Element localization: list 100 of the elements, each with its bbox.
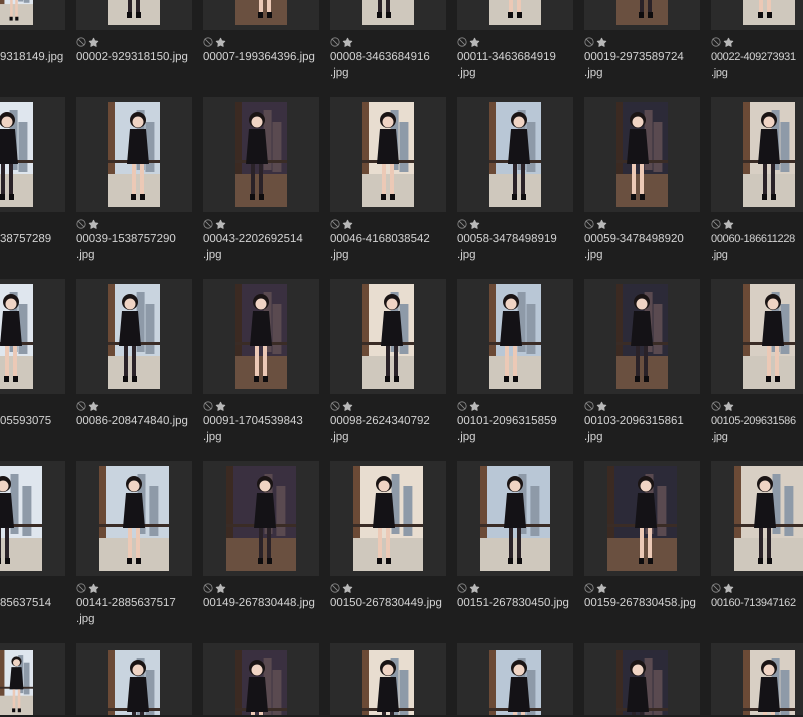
thumbnail-tile[interactable] xyxy=(330,0,446,30)
star-icon[interactable] xyxy=(88,582,99,594)
ban-icon[interactable] xyxy=(584,401,594,411)
ban-icon[interactable] xyxy=(76,401,86,411)
thumbnail-tile[interactable] xyxy=(330,643,446,715)
thumbnail-tile[interactable] xyxy=(457,643,573,715)
file-name: .jpg xyxy=(584,430,603,445)
ban-icon[interactable] xyxy=(203,583,213,593)
ban-icon[interactable] xyxy=(457,219,467,229)
ban-icon[interactable] xyxy=(203,401,213,411)
ban-icon[interactable] xyxy=(330,401,340,411)
star-icon[interactable] xyxy=(469,218,480,230)
thumbnail-tile[interactable] xyxy=(203,643,319,715)
star-icon[interactable] xyxy=(469,582,480,594)
star-icon[interactable] xyxy=(342,400,353,412)
thumbnail-tile[interactable] xyxy=(457,279,573,394)
thumbnail-tile[interactable] xyxy=(711,97,803,212)
ban-icon[interactable] xyxy=(711,37,721,47)
file-name: 00007-199364396.jpg xyxy=(203,50,315,65)
star-icon[interactable] xyxy=(215,400,226,412)
thumbnail-tile[interactable] xyxy=(76,97,192,212)
ban-icon[interactable] xyxy=(203,219,213,229)
file-name: .jpg xyxy=(584,66,603,81)
file-name: 00019-2973589724 xyxy=(584,50,684,65)
thumbnail-tile[interactable] xyxy=(584,279,700,394)
thumbnail-tile[interactable] xyxy=(711,0,803,30)
ban-icon[interactable] xyxy=(584,583,594,593)
file-name: .jpg xyxy=(457,430,476,445)
ban-icon[interactable] xyxy=(457,583,467,593)
ban-icon[interactable] xyxy=(330,37,340,47)
ban-icon[interactable] xyxy=(330,583,340,593)
star-icon[interactable] xyxy=(723,36,734,48)
ban-icon[interactable] xyxy=(457,37,467,47)
file-name: 00046-4168038542 xyxy=(330,232,430,247)
thumbnail-tile[interactable] xyxy=(584,0,700,30)
star-icon[interactable] xyxy=(723,400,734,412)
thumbnail-tile[interactable] xyxy=(711,461,803,576)
thumbnail-tile[interactable] xyxy=(76,0,192,30)
file-name: 00141-2885637517 xyxy=(76,596,176,611)
ban-icon[interactable] xyxy=(76,583,86,593)
file-name: .jpg xyxy=(711,430,728,445)
file-name: .jpg xyxy=(330,66,349,81)
thumbnail-tile[interactable] xyxy=(203,97,319,212)
star-icon[interactable] xyxy=(596,36,607,48)
file-name: .jpg xyxy=(330,248,349,263)
file-name: .jpg xyxy=(711,248,728,263)
star-icon[interactable] xyxy=(342,582,353,594)
thumbnail-tile[interactable] xyxy=(0,97,65,212)
star-icon[interactable] xyxy=(469,36,480,48)
file-name: 00105-209631586 xyxy=(711,414,796,429)
star-icon[interactable] xyxy=(596,582,607,594)
thumbnail-tile[interactable] xyxy=(0,279,65,394)
star-icon[interactable] xyxy=(342,218,353,230)
thumbnail-tile[interactable] xyxy=(330,461,446,576)
thumbnail-tile[interactable] xyxy=(457,97,573,212)
thumbnail-tile[interactable] xyxy=(76,643,192,715)
star-icon[interactable] xyxy=(469,400,480,412)
ban-icon[interactable] xyxy=(584,219,594,229)
file-name: .jpg xyxy=(711,66,728,81)
thumbnail-tile[interactable] xyxy=(457,0,573,30)
star-icon[interactable] xyxy=(342,36,353,48)
thumbnail-tile[interactable] xyxy=(203,461,319,576)
star-icon[interactable] xyxy=(88,218,99,230)
star-icon[interactable] xyxy=(596,218,607,230)
file-name: 05593075 xyxy=(0,414,52,429)
ban-icon[interactable] xyxy=(203,37,213,47)
ban-icon[interactable] xyxy=(76,219,86,229)
thumbnail-tile[interactable] xyxy=(203,279,319,394)
ban-icon[interactable] xyxy=(457,401,467,411)
file-name: 00060-186611228 xyxy=(711,232,795,247)
star-icon[interactable] xyxy=(215,36,226,48)
star-icon[interactable] xyxy=(88,400,99,412)
thumbnail-tile[interactable] xyxy=(330,97,446,212)
thumbnail-tile[interactable] xyxy=(711,279,803,394)
thumbnail-tile[interactable] xyxy=(584,643,700,715)
thumbnail-tile[interactable] xyxy=(0,0,65,30)
thumbnail-tile[interactable] xyxy=(203,0,319,30)
ban-icon[interactable] xyxy=(330,219,340,229)
thumbnail-tile[interactable] xyxy=(76,461,192,576)
star-icon[interactable] xyxy=(723,218,734,230)
star-icon[interactable] xyxy=(723,582,734,594)
thumbnail-tile[interactable] xyxy=(0,461,65,576)
ban-icon[interactable] xyxy=(711,401,721,411)
ban-icon[interactable] xyxy=(76,37,86,47)
thumbnail-tile[interactable] xyxy=(76,279,192,394)
star-icon[interactable] xyxy=(215,218,226,230)
thumbnail-tile[interactable] xyxy=(457,461,573,576)
file-name: 00011-3463684919 xyxy=(457,50,556,65)
file-name: 00101-2096315859 xyxy=(457,414,557,429)
star-icon[interactable] xyxy=(215,582,226,594)
star-icon[interactable] xyxy=(88,36,99,48)
thumbnail-tile[interactable] xyxy=(711,643,803,715)
thumbnail-tile[interactable] xyxy=(584,97,700,212)
ban-icon[interactable] xyxy=(584,37,594,47)
thumbnail-tile[interactable] xyxy=(0,643,65,715)
thumbnail-tile[interactable] xyxy=(330,279,446,394)
ban-icon[interactable] xyxy=(711,219,721,229)
star-icon[interactable] xyxy=(596,400,607,412)
thumbnail-tile[interactable] xyxy=(584,461,700,576)
ban-icon[interactable] xyxy=(711,583,721,593)
